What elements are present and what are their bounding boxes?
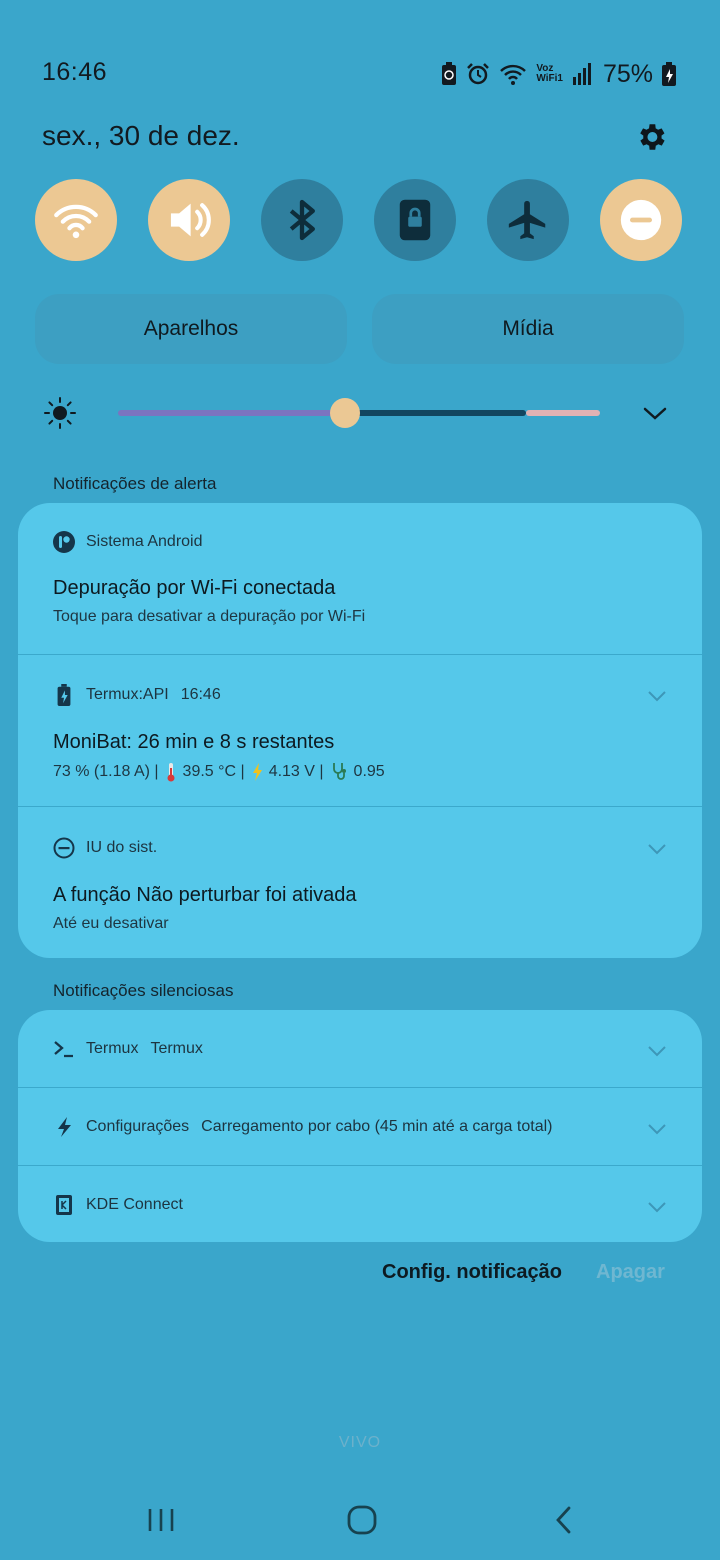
airplane-icon: [508, 200, 546, 240]
notification-app-name: IU do sist.: [86, 839, 158, 856]
battery-percent: 75%: [602, 59, 653, 88]
wifi-label: WiFi1: [536, 73, 563, 84]
alert-section-title: Notificações de alerta: [53, 474, 217, 493]
vowifi-icon: Voz WiFi1: [536, 64, 563, 84]
notification-android-system[interactable]: Sistema Android Depuração por Wi-Fi cone…: [18, 503, 702, 655]
back-icon: [556, 1506, 571, 1534]
android-system-icon: [52, 530, 76, 554]
thermometer-icon: [167, 763, 175, 782]
silent-notifications-card: Termux Termux Configurações Carregamento…: [18, 1010, 702, 1242]
terminal-icon: [52, 1037, 76, 1061]
notification-title: MoniBat: 26 min e 8 s restantes: [53, 731, 335, 753]
do-not-disturb-icon: [620, 199, 662, 241]
stethoscope-icon: [332, 763, 346, 780]
alert-notifications-card: Sistema Android Depuração por Wi-Fi cone…: [18, 503, 702, 958]
settings-gear-icon[interactable]: [634, 120, 668, 154]
kde-connect-icon: [52, 1193, 76, 1217]
carrier-label: VIVO: [338, 1434, 382, 1451]
recents-icon: [148, 1509, 174, 1531]
battery-health-text: 0.95: [353, 763, 385, 780]
rotation-lock-toggle[interactable]: [374, 179, 456, 261]
recents-button[interactable]: [139, 1498, 183, 1542]
home-icon: [347, 1505, 377, 1535]
sound-toggle[interactable]: [148, 179, 230, 261]
chevron-down-icon[interactable]: [646, 689, 668, 703]
wifi-icon: [54, 204, 98, 239]
lightning-icon: [252, 763, 262, 781]
date-label: sex., 30 de dez.: [42, 120, 240, 151]
wifi-toggle[interactable]: [35, 179, 117, 261]
battery-charging-icon: [662, 62, 676, 86]
slider-track-filled: [118, 410, 345, 416]
battery-current-text: 73 % (1.18 A) |: [53, 763, 159, 780]
status-time: 16:46: [42, 58, 108, 86]
notification-body: 73 % (1.18 A) | 39.5 °C | 4.13 V | 0.95: [53, 762, 385, 782]
silent-section-title: Notificações silenciosas: [53, 981, 234, 1000]
notification-app-name: Termux:API: [86, 686, 169, 703]
chevron-down-icon[interactable]: [646, 1122, 668, 1136]
notification-settings-button[interactable]: Config. notificação: [382, 1261, 562, 1284]
notification-title: A função Não perturbar foi ativada: [53, 884, 357, 906]
chevron-down-icon[interactable]: [640, 400, 670, 428]
battery-saver-icon: [442, 62, 457, 85]
alarm-icon: [467, 63, 490, 85]
notification-app-name: KDE Connect: [86, 1196, 183, 1213]
lightning-icon: [52, 1115, 76, 1139]
signal-icon: [572, 63, 591, 85]
do-not-disturb-icon: [52, 836, 76, 860]
sound-icon: [170, 203, 211, 237]
notification-termux[interactable]: Termux Termux: [18, 1010, 702, 1087]
status-icons: Voz WiFi1 75%: [441, 58, 676, 90]
chevron-down-icon[interactable]: [646, 842, 668, 856]
chevron-down-icon[interactable]: [646, 1200, 668, 1214]
notification-kde-connect[interactable]: KDE Connect: [18, 1166, 702, 1242]
notification-body: Até eu desativar: [53, 915, 169, 932]
notification-text: Termux: [150, 1040, 203, 1057]
brightness-slider[interactable]: [118, 394, 600, 432]
battery-temp-text: 39.5 °C |: [182, 763, 245, 780]
clear-all-button[interactable]: Apagar: [596, 1261, 665, 1284]
bluetooth-toggle[interactable]: [261, 179, 343, 261]
airplane-toggle[interactable]: [487, 179, 569, 261]
home-button[interactable]: [340, 1498, 384, 1542]
slider-track-max: [526, 410, 600, 416]
notification-time: 16:46: [180, 686, 221, 703]
rotation-lock-icon: [399, 199, 431, 241]
media-button[interactable]: Mídia: [372, 294, 684, 364]
notification-body: Toque para desativar a depuração por Wi-…: [53, 608, 366, 625]
notification-system-ui[interactable]: IU do sist. A função Não perturbar foi a…: [18, 807, 702, 958]
battery-charging-icon: [52, 683, 76, 707]
notification-app-name: Sistema Android: [86, 533, 203, 550]
wifi-icon: [500, 64, 527, 85]
notification-termux-api[interactable]: Termux:API 16:46 MoniBat: 26 min e 8 s r…: [18, 655, 702, 807]
notification-settings-charging[interactable]: Configurações Carregamento por cabo (45 …: [18, 1088, 702, 1165]
slider-thumb[interactable]: [330, 398, 360, 428]
notification-app-name: Configurações: [86, 1118, 190, 1135]
battery-voltage-text: 4.13 V |: [268, 763, 324, 780]
notification-title: Depuração por Wi-Fi conectada: [53, 577, 336, 599]
devices-button[interactable]: Aparelhos: [35, 294, 347, 364]
slider-track-remaining: [345, 410, 526, 416]
notification-app-name: Termux: [86, 1040, 139, 1057]
bluetooth-icon: [289, 199, 315, 241]
brightness-icon: [44, 397, 76, 429]
notification-text: Carregamento por cabo (45 min até a carg…: [201, 1118, 553, 1135]
back-button[interactable]: [542, 1498, 586, 1542]
chevron-down-icon[interactable]: [646, 1044, 668, 1058]
do-not-disturb-toggle[interactable]: [600, 179, 682, 261]
